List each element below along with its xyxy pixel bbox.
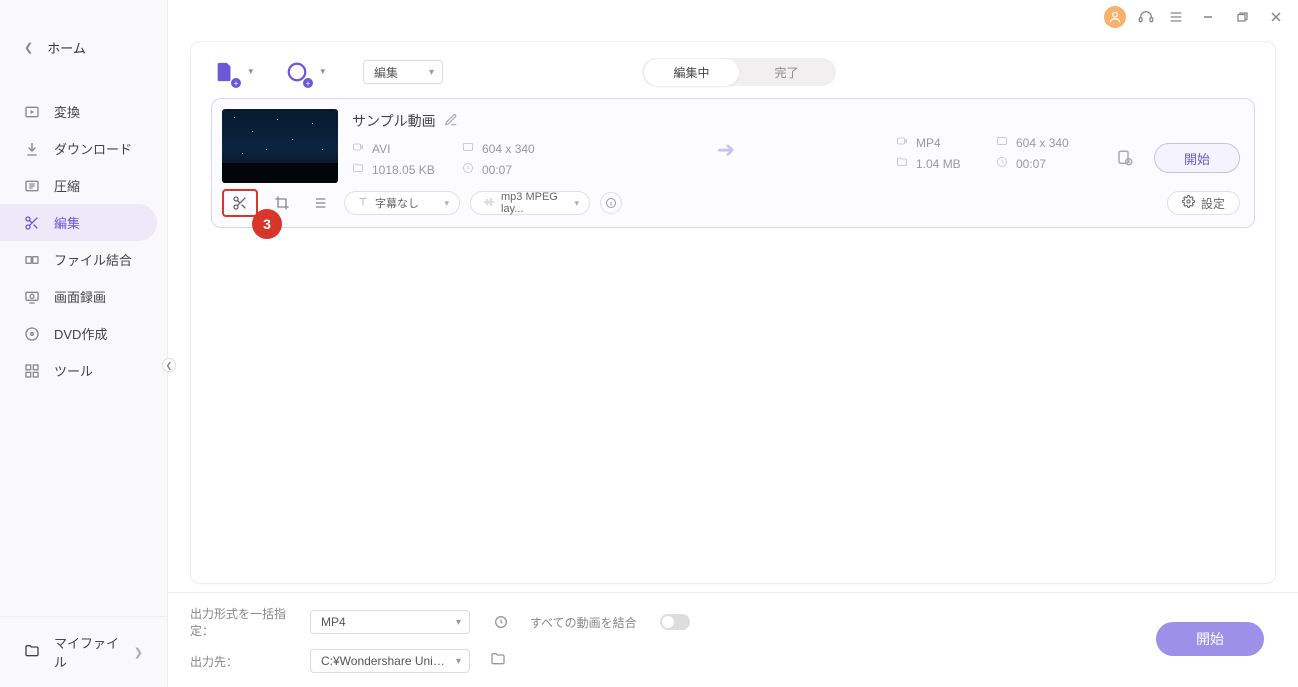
plus-badge-icon: + (231, 78, 241, 88)
dest-label: 出力先： (190, 653, 300, 670)
sidebar-item-label: 編集 (54, 213, 80, 232)
mode-select[interactable]: 編集 (363, 60, 443, 84)
record-icon (24, 289, 40, 305)
sidebar-item-download[interactable]: ダウンロード (0, 130, 157, 167)
home-label: ホーム (47, 38, 86, 57)
item-start-button[interactable]: 開始 (1154, 143, 1240, 173)
resolution-icon (996, 135, 1010, 150)
sidebar-item-dvd[interactable]: DVD作成 (0, 315, 157, 352)
avatar[interactable] (1104, 6, 1126, 28)
status-segmented: 編集中 完了 (642, 58, 836, 86)
merge-icon (24, 252, 40, 268)
src-resolution: 604 x 340 (462, 141, 562, 156)
arrow-icon: ➜ (696, 137, 756, 163)
my-files-link[interactable]: マイファイル ❯ (0, 621, 167, 683)
sidebar: ❮ ホーム 変換 ダウンロード 圧縮 編集 (0, 0, 168, 687)
download-icon (24, 141, 40, 157)
output-format-label: 出力形式を一括指定： (190, 605, 300, 639)
rename-icon[interactable] (444, 113, 458, 130)
toolbar: + ▾ + ▾ 編集 編集中 完了 (191, 42, 1275, 98)
out-resolution: 604 x 340 (996, 135, 1086, 150)
folder-export-icon (24, 643, 40, 662)
out-size: 1.04 MB (896, 156, 986, 171)
merge-label: すべての動画を結合 (530, 614, 650, 631)
plus-badge-icon: + (303, 78, 313, 88)
minimize-button[interactable] (1196, 7, 1220, 27)
out-duration: 00:07 (996, 156, 1086, 171)
titlebar (168, 0, 1298, 33)
home-link[interactable]: ❮ ホーム (0, 30, 167, 65)
text-icon (357, 196, 369, 211)
convert-icon (24, 104, 40, 120)
scissors-icon (24, 215, 40, 231)
resolution-icon (462, 141, 476, 156)
audio-icon (483, 196, 495, 211)
mode-select-value: 編集 (374, 64, 398, 81)
main: + ▾ + ▾ 編集 編集中 完了 (168, 0, 1298, 687)
chevron-down-icon: ▾ (248, 66, 253, 77)
video-icon (896, 135, 910, 150)
video-title: サンプル動画 (352, 111, 436, 131)
grid-icon (24, 363, 40, 379)
add-file-button[interactable]: + ▾ (211, 58, 239, 86)
sidebar-item-label: 圧縮 (54, 176, 80, 195)
merge-toggle[interactable] (660, 614, 690, 630)
seg-done[interactable]: 完了 (739, 59, 834, 86)
sidebar-nav: 変換 ダウンロード 圧縮 編集 ファイル結合 (0, 93, 167, 389)
sidebar-item-edit[interactable]: 編集 (0, 204, 157, 241)
sidebar-item-label: ダウンロード (54, 139, 132, 158)
content-card: + ▾ + ▾ 編集 編集中 完了 (190, 41, 1276, 584)
out-format: MP4 (896, 135, 986, 150)
my-files-label: マイファイル (54, 633, 120, 671)
open-folder-button[interactable] (490, 651, 520, 672)
dest-select[interactable]: C:¥Wondershare UniConverter 1 (310, 649, 470, 673)
disc-icon (24, 326, 40, 342)
bottom-bar: 出力形式を一括指定： MP4 すべての動画を結合 開始 出力先： C:¥Wond… (168, 592, 1298, 687)
trim-button[interactable]: 3 (222, 189, 258, 217)
video-icon (352, 141, 366, 156)
gear-icon (1182, 195, 1195, 211)
subtitle-select[interactable]: 字幕なし (344, 191, 460, 215)
sidebar-item-tools[interactable]: ツール (0, 352, 157, 389)
item-settings-button[interactable]: 設定 (1167, 191, 1240, 215)
sidebar-item-merge[interactable]: ファイル結合 (0, 241, 157, 278)
folder-icon (896, 156, 910, 171)
item-settings-icon[interactable] (1110, 149, 1140, 167)
chevron-down-icon: ▾ (320, 66, 325, 77)
compress-icon (24, 178, 40, 194)
sidebar-item-label: DVD作成 (54, 324, 107, 343)
start-all-button[interactable]: 開始 (1156, 622, 1264, 656)
folder-icon (352, 162, 366, 177)
step-badge: 3 (252, 209, 282, 239)
info-button[interactable] (600, 192, 622, 214)
chevron-right-icon: ❯ (134, 646, 143, 659)
seg-editing[interactable]: 編集中 (644, 59, 739, 86)
sidebar-item-record[interactable]: 画面録画 (0, 278, 157, 315)
src-format: AVI (352, 141, 452, 156)
list-button[interactable] (306, 189, 334, 217)
add-disc-button[interactable]: + ▾ (283, 58, 311, 86)
sidebar-item-convert[interactable]: 変換 (0, 93, 157, 130)
maximize-button[interactable] (1230, 7, 1254, 27)
hardware-accel-icon[interactable] (490, 611, 512, 633)
clock-icon (996, 156, 1010, 171)
video-item: サンプル動画 AVI 604 x 340 (211, 98, 1255, 228)
sidebar-item-label: 変換 (54, 102, 80, 121)
chevron-left-icon: ❮ (24, 41, 33, 54)
sidebar-item-label: 画面録画 (54, 287, 106, 306)
audio-select[interactable]: mp3 MPEG lay... (470, 191, 590, 215)
src-size: 1018.05 KB (352, 162, 452, 177)
sidebar-collapse-button[interactable]: ❮ (162, 358, 176, 372)
src-duration: 00:07 (462, 162, 562, 177)
clock-icon (462, 162, 476, 177)
output-format-select[interactable]: MP4 (310, 610, 470, 634)
support-icon[interactable] (1136, 7, 1156, 27)
sidebar-item-label: ツール (54, 361, 93, 380)
video-thumbnail[interactable] (222, 109, 338, 183)
close-button[interactable] (1264, 7, 1288, 27)
sidebar-item-label: ファイル結合 (54, 250, 132, 269)
sidebar-item-compress[interactable]: 圧縮 (0, 167, 157, 204)
menu-icon[interactable] (1166, 7, 1186, 27)
